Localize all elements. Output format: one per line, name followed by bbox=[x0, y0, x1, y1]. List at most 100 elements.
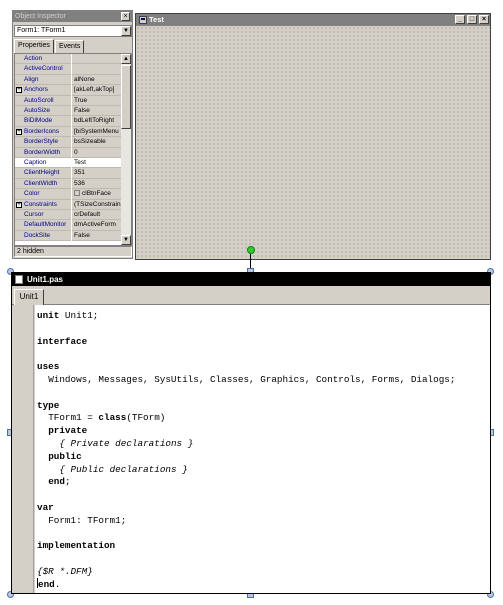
property-name[interactable]: AutoSize bbox=[15, 106, 71, 117]
property-name-text: ActiveControl bbox=[24, 65, 63, 73]
property-row[interactable]: Color clBtnFace bbox=[15, 189, 123, 200]
code-line[interactable]: private bbox=[48, 424, 87, 437]
property-name[interactable]: Action bbox=[15, 54, 71, 65]
code-line[interactable]: TForm1 = class(TForm) bbox=[48, 411, 165, 424]
property-value[interactable]: [biSystemMenu bbox=[72, 126, 123, 138]
code-line[interactable]: Windows, Messages, SysUtils, Classes, Gr… bbox=[48, 373, 455, 386]
property-row[interactable]: Action bbox=[15, 54, 123, 65]
property-row[interactable]: + Constraints (TSizeConstrain bbox=[15, 199, 123, 210]
property-name[interactable]: DefaultMonitor bbox=[15, 220, 71, 231]
property-row[interactable]: ClientHeight 351 bbox=[15, 168, 123, 179]
property-value[interactable]: False bbox=[72, 230, 123, 242]
code-line[interactable]: interface bbox=[37, 335, 87, 348]
form-titlebar[interactable]: Test _ □ × bbox=[136, 14, 490, 26]
property-value[interactable] bbox=[72, 64, 123, 75]
minimize-icon[interactable]: _ bbox=[455, 15, 465, 24]
property-name[interactable]: + BorderIcons bbox=[15, 126, 71, 138]
code-line[interactable]: { Public declarations } bbox=[59, 463, 187, 476]
property-name[interactable]: Color bbox=[15, 189, 71, 200]
property-name[interactable]: Align bbox=[15, 74, 71, 86]
rotation-handle[interactable] bbox=[247, 246, 255, 254]
property-row[interactable]: BorderStyle bsSizeable bbox=[15, 137, 123, 148]
property-row[interactable]: ClientWidth 536 bbox=[15, 178, 123, 190]
chevron-down-icon[interactable]: ▼ bbox=[121, 26, 131, 36]
property-row[interactable]: + Anchors [akLeft,akTop] bbox=[15, 85, 123, 96]
property-value[interactable]: dmActiveForm bbox=[72, 220, 123, 231]
property-value[interactable]: (TSizeConstrain bbox=[72, 199, 123, 210]
property-name-text: Cursor bbox=[24, 211, 44, 218]
property-name[interactable]: ClientWidth bbox=[15, 178, 71, 190]
code-keyword: uses bbox=[37, 361, 60, 373]
property-row[interactable]: Cursor crDefault bbox=[15, 210, 123, 221]
property-name[interactable]: + Constraints bbox=[15, 199, 71, 210]
property-value-text: [biSystemMenu bbox=[74, 127, 119, 135]
code-line[interactable]: unit Unit1; bbox=[37, 309, 98, 322]
code-line[interactable]: end; bbox=[48, 475, 70, 488]
editor-tabstrip: Unit1 bbox=[12, 286, 490, 305]
code-line[interactable]: { Private declarations } bbox=[59, 437, 193, 450]
code-line[interactable]: type bbox=[37, 399, 59, 412]
property-value[interactable]: alNone bbox=[72, 74, 123, 86]
property-value[interactable]: bdLeftToRight bbox=[72, 116, 123, 127]
property-row[interactable]: Caption Test bbox=[15, 158, 123, 169]
property-scrollbar[interactable]: ▲ ▼ bbox=[121, 54, 131, 245]
property-value[interactable]: bsSizeable bbox=[72, 137, 123, 148]
form-designer-window[interactable]: Test _ □ × bbox=[135, 13, 491, 260]
property-value[interactable]: 536 bbox=[72, 178, 123, 190]
property-name[interactable]: BorderStyle bbox=[15, 137, 71, 148]
code-line[interactable]: Form1: TForm1; bbox=[48, 514, 126, 527]
code-line[interactable]: end. bbox=[37, 577, 60, 591]
scrollbar-thumb[interactable] bbox=[121, 65, 131, 129]
property-name[interactable]: ClientHeight bbox=[15, 168, 71, 179]
property-row[interactable]: + BorderIcons [biSystemMenu bbox=[15, 126, 123, 138]
property-row[interactable]: DockSite False bbox=[15, 230, 123, 242]
property-row[interactable]: DefaultMonitor dmActiveForm bbox=[15, 220, 123, 231]
close-icon[interactable]: × bbox=[479, 15, 489, 24]
code-area[interactable]: unit Unit1; interface uses Windows, Message… bbox=[35, 305, 490, 593]
property-value[interactable]: crDefault bbox=[72, 210, 123, 221]
code-line[interactable]: uses bbox=[37, 360, 59, 373]
property-value[interactable]: Test bbox=[72, 158, 123, 169]
property-row[interactable]: AutoScroll True bbox=[15, 95, 123, 106]
property-value[interactable]: clBtnFace bbox=[72, 189, 123, 200]
code-line[interactable]: {$R *.DFM} bbox=[37, 565, 93, 578]
property-value[interactable]: [akLeft,akTop] bbox=[72, 85, 123, 96]
code-keyword: type bbox=[37, 399, 60, 411]
expand-icon[interactable]: + bbox=[16, 201, 22, 208]
property-name[interactable]: + Anchors bbox=[15, 85, 71, 96]
scroll-down-icon[interactable]: ▼ bbox=[121, 235, 131, 245]
property-value[interactable]: 0 bbox=[72, 147, 123, 158]
code-line[interactable]: public bbox=[48, 450, 81, 463]
tab-events[interactable]: Events bbox=[55, 40, 84, 53]
editor-titlebar[interactable]: Unit1.pas bbox=[12, 273, 490, 286]
property-name[interactable]: Caption bbox=[15, 158, 71, 169]
property-row[interactable]: AutoSize False bbox=[15, 106, 123, 117]
property-value-text: 351 bbox=[74, 169, 85, 177]
code-line[interactable]: var bbox=[37, 501, 54, 514]
property-name[interactable]: DockSite bbox=[15, 230, 71, 242]
property-name[interactable]: AutoScroll bbox=[15, 95, 71, 106]
expand-icon[interactable]: + bbox=[16, 128, 22, 135]
property-row[interactable]: Align alNone bbox=[15, 74, 123, 86]
property-value[interactable]: False bbox=[72, 106, 123, 117]
expand-icon[interactable]: + bbox=[16, 87, 22, 94]
property-row[interactable]: ActiveControl bbox=[15, 64, 123, 75]
close-icon[interactable]: × bbox=[121, 12, 130, 21]
scroll-up-icon[interactable]: ▲ bbox=[121, 54, 131, 64]
property-name[interactable]: BiDiMode bbox=[15, 116, 71, 127]
editor-gutter bbox=[12, 305, 34, 593]
property-value[interactable] bbox=[72, 54, 123, 65]
property-name[interactable]: Cursor bbox=[15, 210, 71, 221]
property-value[interactable]: 351 bbox=[72, 168, 123, 179]
property-value[interactable]: True bbox=[72, 95, 123, 106]
tab-properties[interactable]: Properties bbox=[14, 39, 54, 53]
object-inspector-titlebar[interactable]: Object Inspector × bbox=[13, 11, 132, 22]
property-row[interactable]: BiDiMode bdLeftToRight bbox=[15, 116, 123, 127]
property-name[interactable]: ActiveControl bbox=[15, 64, 71, 75]
object-selector-dropdown[interactable]: Form1: TForm1 ▼ bbox=[14, 25, 132, 37]
code-line[interactable]: implementation bbox=[37, 539, 115, 552]
tab-unit1[interactable]: Unit1 bbox=[14, 289, 44, 305]
maximize-icon[interactable]: □ bbox=[467, 15, 477, 24]
property-row[interactable]: BorderWidth 0 bbox=[15, 147, 123, 158]
property-name[interactable]: BorderWidth bbox=[15, 147, 71, 158]
